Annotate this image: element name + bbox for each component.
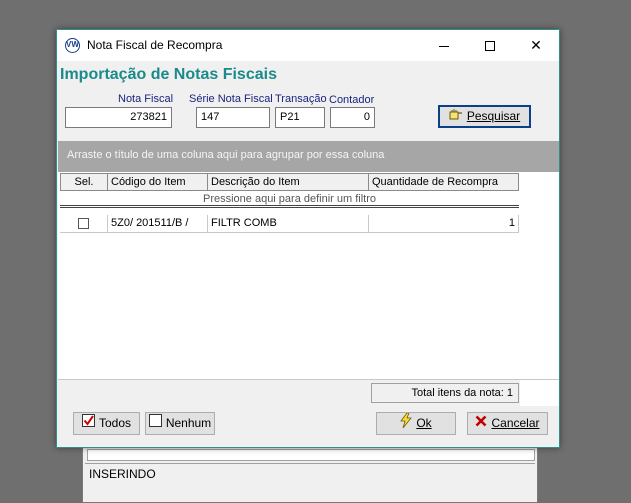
minimize-button[interactable] bbox=[421, 30, 467, 61]
row-codigo: 5Z0/ 201511/B / bbox=[108, 215, 208, 233]
close-icon: ✕ bbox=[530, 37, 542, 53]
row-quantidade: 1 bbox=[369, 215, 519, 233]
title-bar: VW Nota Fiscal de Recompra ✕ bbox=[57, 30, 559, 61]
close-button[interactable]: ✕ bbox=[513, 30, 559, 61]
pesquisar-label: Pesquisar bbox=[466, 109, 521, 123]
background-field bbox=[87, 449, 535, 461]
nota-fiscal-dialog: VW Nota Fiscal de Recompra ✕ Importação … bbox=[56, 29, 560, 448]
grid-header: Sel. Código do Item Descrição do Item Qu… bbox=[60, 173, 519, 191]
total-items-label: Total itens da nota: 1 bbox=[371, 383, 519, 403]
window-title: Nota Fiscal de Recompra bbox=[87, 38, 223, 52]
column-header-sel[interactable]: Sel. bbox=[60, 173, 108, 191]
footer-spacer bbox=[520, 380, 559, 406]
page-title: Importação de Notas Fiscais bbox=[60, 66, 277, 83]
grid-footer: Total itens da nota: 1 bbox=[58, 379, 559, 406]
status-text: INSERINDO bbox=[85, 463, 535, 483]
checkbox-empty-icon bbox=[148, 413, 162, 434]
transacao-field[interactable]: P21 bbox=[275, 107, 325, 128]
column-header-descricao[interactable]: Descrição do Item bbox=[208, 173, 369, 191]
transacao-label: Transação bbox=[275, 93, 327, 105]
pesquisar-button[interactable]: Pesquisar bbox=[438, 105, 531, 128]
nota-fiscal-field[interactable]: 273821 bbox=[65, 107, 172, 128]
group-by-panel[interactable]: Arraste o título de uma coluna aqui para… bbox=[58, 141, 559, 172]
maximize-button[interactable] bbox=[467, 30, 513, 61]
table-row[interactable]: 5Z0/ 201511/B / FILTR COMB 1 bbox=[60, 215, 519, 233]
todos-button[interactable]: Todos bbox=[73, 412, 140, 435]
nenhum-label: Nenhum bbox=[165, 416, 212, 430]
filter-row[interactable]: Pressione aqui para definir um filtro bbox=[60, 191, 519, 208]
minimize-icon bbox=[439, 45, 449, 47]
lightning-icon bbox=[400, 412, 413, 435]
ok-label: Ok bbox=[416, 416, 432, 431]
row-checkbox[interactable] bbox=[78, 217, 89, 229]
column-header-quantidade[interactable]: Quantidade de Recompra bbox=[369, 173, 519, 191]
serie-label: Série Nota Fiscal bbox=[189, 93, 273, 105]
cancelar-button[interactable]: Cancelar bbox=[467, 412, 548, 435]
row-select-cell[interactable] bbox=[60, 215, 108, 233]
column-header-codigo[interactable]: Código do Item bbox=[108, 173, 208, 191]
serie-field[interactable]: 147 bbox=[196, 107, 270, 128]
contador-label: Contador bbox=[329, 94, 375, 106]
checkbox-checked-icon bbox=[81, 413, 95, 434]
contador-field[interactable]: 0 bbox=[330, 107, 375, 128]
cancel-x-icon bbox=[475, 413, 487, 434]
items-grid: Sel. Código do Item Descrição do Item Qu… bbox=[58, 172, 559, 404]
todos-label: Todos bbox=[98, 416, 132, 430]
cancelar-label: Cancelar bbox=[491, 416, 540, 430]
hand-pointing-icon bbox=[449, 106, 463, 127]
ok-button[interactable]: Ok bbox=[376, 412, 456, 435]
row-descricao: FILTR COMB bbox=[208, 215, 369, 233]
maximize-icon bbox=[485, 41, 495, 52]
vw-logo-icon: VW bbox=[65, 38, 80, 53]
nota-fiscal-label: Nota Fiscal bbox=[118, 93, 174, 105]
nenhum-button[interactable]: Nenhum bbox=[145, 412, 215, 435]
background-panel: INSERINDO bbox=[82, 446, 538, 503]
